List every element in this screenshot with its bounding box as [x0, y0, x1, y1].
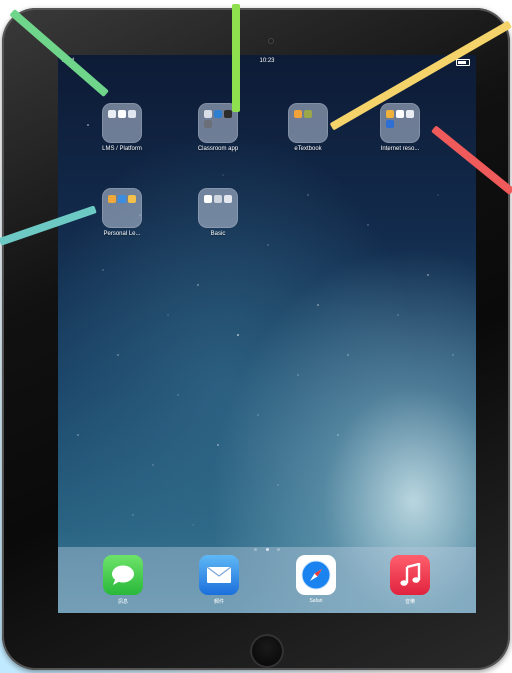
app-mini-icon — [386, 110, 394, 118]
status-time: 10:23 — [259, 58, 275, 64]
app-mini-icon — [304, 110, 312, 118]
folder-icon — [288, 103, 328, 143]
folder-label: LMS / Platform — [102, 146, 142, 152]
safari-icon — [296, 555, 336, 595]
battery-icon — [456, 59, 470, 66]
app-mini-icon — [128, 195, 136, 203]
app-mini-icon — [128, 110, 136, 118]
app-mini-icon — [108, 195, 116, 203]
app-mini-icon — [108, 110, 116, 118]
dock-label: 郵件 — [213, 599, 224, 605]
folder-label: Internet reso... — [380, 146, 420, 152]
music-icon — [390, 555, 430, 595]
folder-icon — [380, 103, 420, 143]
folder-etextbook[interactable]: eTextbook — [278, 103, 338, 152]
app-mini-icon — [214, 110, 222, 118]
app-mini-icon — [204, 195, 212, 203]
dock-label: 音樂 — [404, 599, 415, 605]
mail-icon — [199, 555, 239, 595]
app-mini-icon — [396, 110, 404, 118]
app-mini-icon — [204, 120, 212, 128]
app-mini-icon — [224, 110, 232, 118]
app-mini-icon — [294, 110, 302, 118]
ipad-screen: iPad 10:23 LMS / Platform Classroom app … — [58, 55, 476, 613]
folder-personal-learning[interactable]: Personal Le... — [92, 188, 152, 237]
folder-icon — [102, 188, 142, 228]
folder-label: Basic — [210, 231, 226, 237]
folder-label: Personal Le... — [103, 231, 141, 237]
folder-icon — [102, 103, 142, 143]
messages-icon — [103, 555, 143, 595]
app-mini-icon — [386, 120, 394, 128]
app-mini-icon — [406, 110, 414, 118]
folder-internet-resources[interactable]: Internet reso... — [370, 103, 430, 152]
dock-label: 訊息 — [117, 599, 128, 605]
callout-pointer-lime — [232, 4, 240, 112]
dock-app-music[interactable]: 音樂 — [386, 555, 434, 605]
folder-label: Classroom app — [197, 146, 239, 152]
app-mini-icon — [214, 195, 222, 203]
folder-label: eTextbook — [294, 146, 322, 152]
folder-icon — [198, 188, 238, 228]
status-bar: iPad 10:23 — [58, 55, 476, 69]
dock-label: Safari — [309, 598, 323, 604]
folder-basic[interactable]: Basic — [188, 188, 248, 237]
app-mini-icon — [204, 110, 212, 118]
app-mini-icon — [224, 195, 232, 203]
app-mini-icon — [118, 195, 126, 203]
home-button[interactable] — [250, 634, 284, 668]
dock-app-mail[interactable]: 郵件 — [195, 555, 243, 605]
dock-app-safari[interactable]: Safari — [292, 555, 340, 604]
front-camera — [268, 38, 274, 44]
dock: 訊息 郵件 Safari 音樂 — [58, 547, 476, 613]
dock-app-messages[interactable]: 訊息 — [99, 555, 147, 605]
folder-lms-platform[interactable]: LMS / Platform — [92, 103, 152, 152]
app-mini-icon — [118, 110, 126, 118]
